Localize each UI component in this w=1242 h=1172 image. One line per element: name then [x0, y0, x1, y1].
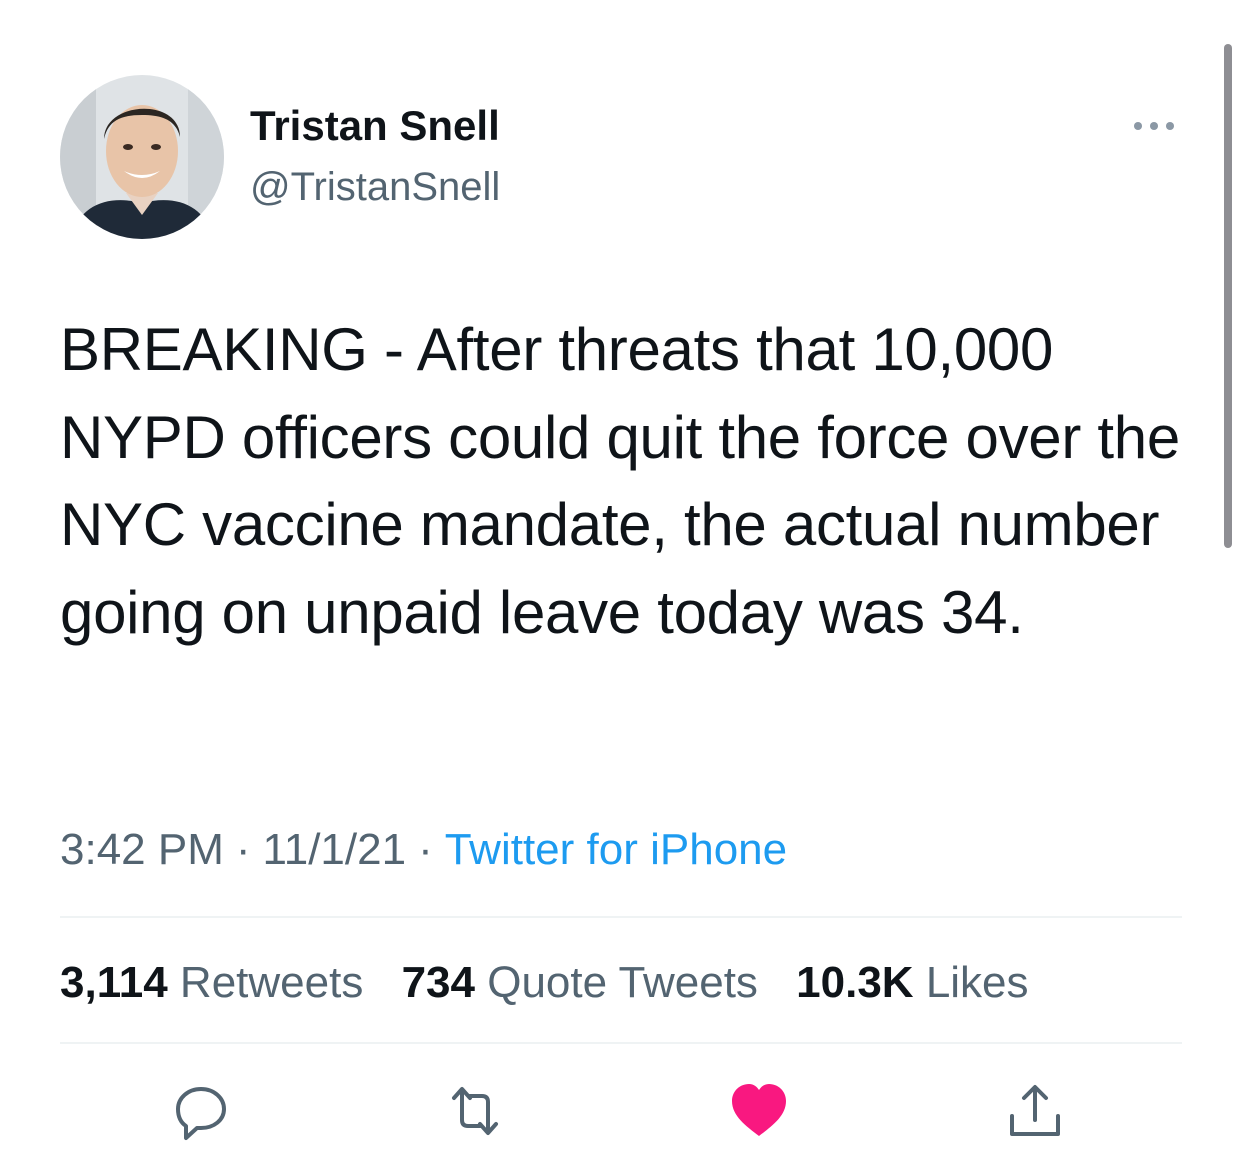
avatar-photo: [60, 75, 224, 239]
share-icon: [1010, 1085, 1060, 1136]
retweets-label: Retweets: [179, 958, 364, 1007]
reply-icon: [176, 1087, 226, 1140]
tweet-text: BREAKING - After threats that 10,000 NYP…: [60, 316, 1180, 646]
meta-separator: ·: [418, 825, 433, 874]
tweet-meta: 3:42 PM · 11/1/21 · Twitter for iPhone: [60, 822, 787, 878]
reply-button[interactable]: [166, 1076, 236, 1146]
tweet-time: 3:42 PM: [60, 825, 224, 874]
retweets-stat[interactable]: 3,114 Retweets: [60, 958, 363, 1007]
tweet-date: 11/1/21: [262, 825, 407, 874]
quote-tweets-label: Quote Tweets: [487, 958, 758, 1007]
author-display-name[interactable]: Tristan Snell: [250, 100, 500, 152]
like-button[interactable]: [724, 1076, 794, 1146]
quote-tweets-stat[interactable]: 734 Quote Tweets: [402, 958, 758, 1007]
quote-tweets-count: 734: [401, 958, 475, 1007]
more-options-button[interactable]: [1126, 110, 1182, 142]
tweet-source-link[interactable]: Twitter for iPhone: [445, 825, 787, 874]
likes-stat[interactable]: 10.3K Likes: [796, 958, 1028, 1007]
scrollbar[interactable]: [1224, 44, 1232, 548]
likes-count: 10.3K: [796, 958, 914, 1007]
heart-icon: [732, 1084, 786, 1136]
avatar[interactable]: [60, 75, 224, 239]
divider: [60, 916, 1182, 918]
author-handle[interactable]: @TristanSnell: [250, 162, 500, 212]
retweet-icon: [452, 1087, 498, 1135]
more-icon: [1134, 122, 1174, 130]
share-button[interactable]: [1002, 1076, 1072, 1146]
likes-label: Likes: [925, 958, 1029, 1007]
tweet-stats: 3,114 Retweets 734 Quote Tweets 10.3K Li…: [60, 953, 1055, 1013]
meta-separator: ·: [235, 825, 251, 874]
retweets-count: 3,114: [60, 958, 168, 1007]
retweet-button[interactable]: [440, 1076, 510, 1146]
divider: [60, 1042, 1182, 1044]
